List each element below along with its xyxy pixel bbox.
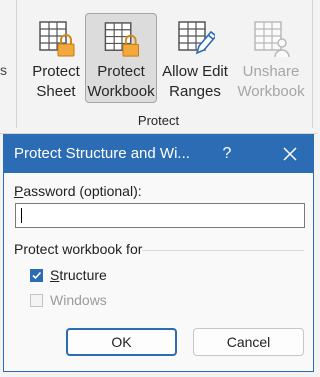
structure-checkbox-row[interactable]: Structure <box>30 267 107 283</box>
unshare-workbook-line1: Unshare <box>242 63 300 80</box>
ribbon-group-label: Protect <box>137 113 180 128</box>
cancel-button[interactable]: Cancel <box>193 328 304 356</box>
protect-workbook-icon <box>104 22 140 57</box>
password-label-text: assword (optional): <box>23 183 142 199</box>
ribbon-separator <box>16 0 17 128</box>
protect-structure-dialog: Protect Structure and Wi... ? Password (… <box>3 134 314 372</box>
unshare-workbook-button[interactable]: Unshare Workbook <box>234 13 308 103</box>
help-button[interactable]: ? <box>210 135 244 173</box>
protect-sheet-button[interactable]: Protect Sheet <box>24 13 88 103</box>
protect-sheet-line1: Protect <box>32 63 80 80</box>
structure-accesskey: S <box>50 267 60 283</box>
unshare-workbook-icon <box>254 21 290 58</box>
structure-label: Structure <box>50 267 107 283</box>
ribbon-left-fragment: s <box>0 62 7 78</box>
protect-workbook-for-label: Protect workbook for <box>14 241 143 257</box>
windows-checkbox <box>30 293 43 307</box>
dialog-title: Protect Structure and Wi... <box>14 145 190 162</box>
unshare-workbook-line2: Workbook <box>237 83 305 100</box>
checkmark-icon <box>32 271 42 279</box>
protect-sheet-icon <box>39 21 75 57</box>
protect-sheet-line2: Sheet <box>36 83 76 100</box>
text-caret <box>21 208 22 223</box>
ribbon-review-protect: s Protect Sheet Protect Workbook Allow E… <box>0 0 317 134</box>
allow-edit-ranges-line2: Ranges <box>169 83 221 100</box>
structure-checkbox[interactable] <box>30 268 43 282</box>
close-button[interactable] <box>268 135 312 173</box>
password-accesskey: P <box>14 183 24 199</box>
protect-workbook-line1: Protect <box>97 63 145 80</box>
structure-label-text: tructure <box>59 267 107 283</box>
ok-button[interactable]: OK <box>66 328 177 356</box>
windows-accesskey: W <box>50 292 64 308</box>
allow-edit-ranges-button[interactable]: Allow Edit Ranges <box>158 13 232 103</box>
ribbon-separator-right <box>312 0 313 128</box>
windows-label: Windows <box>50 292 107 308</box>
password-input[interactable] <box>15 203 305 228</box>
allow-edit-ranges-icon <box>178 21 215 55</box>
section-divider <box>142 250 304 251</box>
password-label: Password (optional): <box>14 183 142 199</box>
protect-workbook-line2: Workbook <box>87 83 155 100</box>
windows-checkbox-row: Windows <box>30 292 107 308</box>
windows-label-text: indows <box>63 292 107 308</box>
allow-edit-ranges-line1: Allow Edit <box>162 63 228 80</box>
protect-workbook-button[interactable]: Protect Workbook <box>85 13 157 103</box>
close-icon <box>283 147 297 161</box>
dialog-titlebar[interactable]: Protect Structure and Wi... ? <box>4 135 313 173</box>
